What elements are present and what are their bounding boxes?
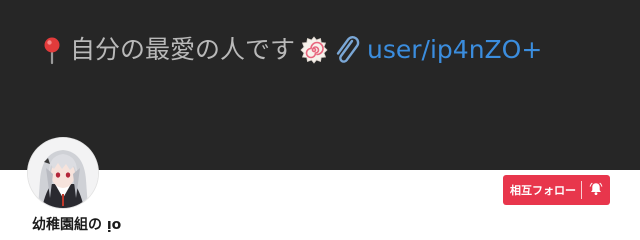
header-banner: 自分の最愛の人です user/ip4nZO+	[0, 0, 640, 170]
bell-icon	[589, 181, 603, 200]
notification-bell-button[interactable]	[582, 175, 610, 205]
paperclip-icon	[333, 35, 363, 65]
avatar[interactable]	[28, 138, 98, 208]
bio-text: 自分の最愛の人です	[70, 35, 296, 64]
bio-line: 自分の最愛の人です user/ip4nZO+	[40, 30, 542, 70]
round-pushpin-icon	[40, 35, 64, 65]
mutual-follow-button[interactable]: 相互フォロー	[503, 175, 581, 205]
display-name: 幼稚園組の ᴉᴏ	[32, 217, 122, 233]
follow-button-group: 相互フォロー	[503, 175, 610, 205]
fish-cake-swirl-icon	[299, 35, 329, 65]
user-profile-link[interactable]: user/ip4nZO+	[367, 30, 542, 70]
